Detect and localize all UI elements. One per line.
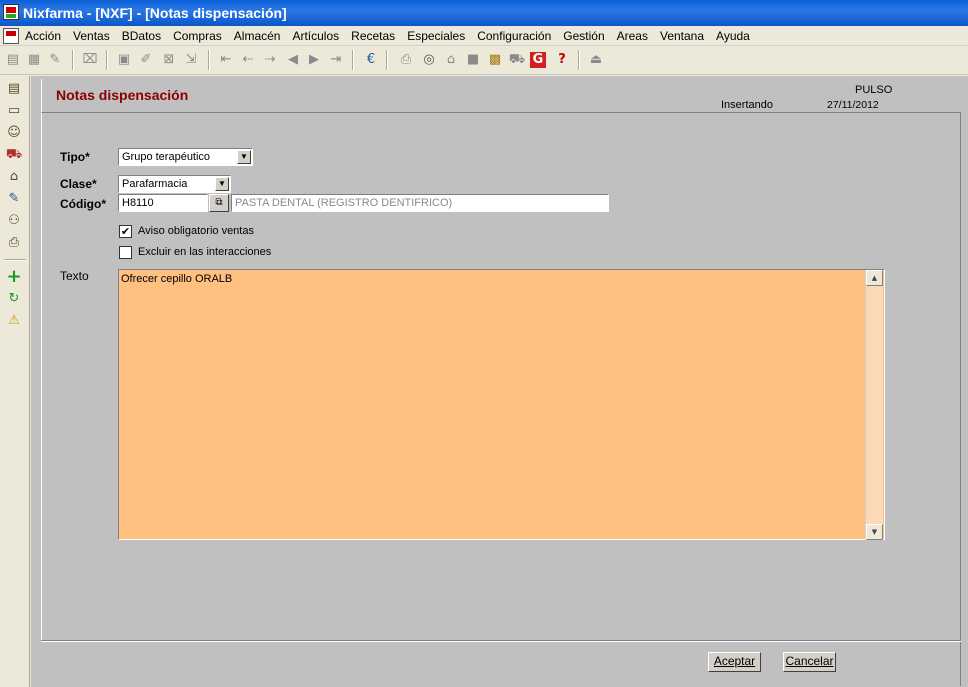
prev-icon[interactable]: ◀	[284, 51, 302, 69]
delete-icon[interactable]: ✐	[137, 51, 155, 69]
menu-ventas[interactable]: Ventas	[73, 29, 110, 43]
codigo-input[interactable]: H8110	[118, 194, 208, 212]
date-label: 27/11/2012	[827, 99, 879, 111]
g-icon[interactable]: G	[530, 52, 546, 68]
form-title: Notas dispensación	[56, 87, 189, 103]
menu-accion[interactable]: Acción	[25, 29, 61, 43]
menu-recetas[interactable]: Recetas	[351, 29, 395, 43]
user-icon[interactable]: ☺	[5, 124, 23, 142]
toolbar-separator	[386, 50, 388, 70]
panel-border	[41, 113, 42, 640]
menu-articulos[interactable]: Artículos	[292, 29, 339, 43]
cancelar-button[interactable]: Cancelar	[783, 652, 836, 672]
toolbar-separator	[578, 50, 580, 70]
menu-especiales[interactable]: Especiales	[407, 29, 465, 43]
help-icon[interactable]: ?	[553, 51, 571, 69]
tipo-label: Tipo*	[60, 150, 90, 164]
menu-ventana[interactable]: Ventana	[660, 29, 704, 43]
chevron-down-icon[interactable]: ▼	[215, 177, 229, 191]
cancelar-label: Cancelar	[785, 654, 834, 668]
refresh-icon[interactable]: ↻	[5, 290, 23, 308]
building-icon[interactable]: ⌂	[5, 168, 23, 186]
pencil-icon[interactable]: ✎	[5, 190, 23, 208]
people-icon[interactable]: ⚇	[5, 212, 23, 230]
excluir-checkbox[interactable]	[119, 246, 132, 259]
cart-icon[interactable]: ⛟	[508, 51, 526, 69]
lookup-button[interactable]: ⧉	[209, 194, 229, 212]
clase-select[interactable]: Parafarmacia ▼	[118, 175, 231, 193]
menu-bar: Acción Ventas BDatos Compras Almacén Art…	[0, 26, 968, 46]
toolbar-separator	[352, 50, 354, 70]
edit-icon[interactable]: ▦	[25, 51, 43, 69]
aviso-checkbox[interactable]: ✔	[119, 225, 132, 238]
toolbar: ▤ ▦ ✎ ⌧ ▣ ✐ ⊠ ⇲ ⇤ ⇠ ⇢ ◀ ▶ ⇥ € ⎙ ◎ ⌂ ■ ▩ …	[0, 47, 968, 75]
left-toolbar: ▤ ▭ ☺ ⛟ ⌂ ✎ ⚇ ⎙ + ↻ ⚠	[0, 76, 30, 687]
next-icon[interactable]: ▶	[305, 51, 323, 69]
export-icon[interactable]: ⊠	[160, 51, 178, 69]
printer-icon[interactable]: ⎙	[5, 234, 23, 252]
tipo-value: Grupo terapéutico	[122, 151, 211, 163]
texto-textarea[interactable]: Ofrecer cepillo ORALB	[118, 269, 885, 540]
warning-icon[interactable]: ⚠	[5, 312, 23, 330]
document-icon[interactable]	[3, 28, 19, 44]
calendar-icon[interactable]: ▩	[486, 51, 504, 69]
toolbar-separator	[208, 50, 210, 70]
aceptar-label: Aceptar	[713, 654, 756, 668]
texto-scrollbar[interactable]: ▲ ▼	[865, 270, 883, 540]
menu-bdatos[interactable]: BDatos	[122, 29, 161, 43]
mode-status: Insertando	[721, 99, 773, 111]
chevron-down-icon[interactable]: ▼	[237, 150, 251, 164]
cart-icon[interactable]: ⛟	[5, 146, 23, 164]
print-preview-icon[interactable]: ▣	[115, 51, 133, 69]
toolbar-separator	[72, 50, 74, 70]
codigo-label: Código*	[60, 197, 106, 211]
lock-icon[interactable]: ⌂	[442, 51, 460, 69]
menu-areas[interactable]: Areas	[617, 29, 648, 43]
aceptar-button[interactable]: Aceptar	[708, 652, 761, 672]
last-icon[interactable]: ⇥	[327, 51, 345, 69]
menu-gestion[interactable]: Gestión	[563, 29, 604, 43]
clase-value: Parafarmacia	[122, 178, 188, 190]
menu-ayuda[interactable]: Ayuda	[716, 29, 750, 43]
scroll-up-icon[interactable]: ▲	[866, 270, 883, 286]
panel-border	[960, 113, 961, 686]
pulso-label: PULSO	[855, 84, 893, 96]
excluir-label: Excluir en las interacciones	[138, 246, 272, 258]
stop-icon[interactable]: ■	[464, 51, 482, 69]
form-area: Notas dispensación PULSO Insertando 27/1…	[31, 76, 968, 687]
scroll-down-icon[interactable]: ▼	[866, 524, 883, 540]
menu-compras[interactable]: Compras	[173, 29, 222, 43]
card-icon[interactable]: ▭	[5, 102, 23, 120]
new-icon[interactable]: ▤	[4, 51, 22, 69]
prev-page-icon[interactable]: ⇠	[239, 51, 257, 69]
add-icon[interactable]: +	[5, 268, 23, 286]
window-titlebar: Nixfarma - [NXF] - [Notas dispensación]	[0, 0, 968, 26]
search-icon[interactable]: ◎	[420, 51, 438, 69]
texto-label: Texto	[60, 269, 89, 283]
tipo-select[interactable]: Grupo terapéutico ▼	[118, 148, 253, 166]
window-title: Nixfarma - [NXF] - [Notas dispensación]	[23, 5, 287, 21]
menu-almacen[interactable]: Almacén	[234, 29, 281, 43]
copy-icon[interactable]: ✎	[46, 51, 64, 69]
form-header: Notas dispensación PULSO Insertando 27/1…	[41, 79, 961, 113]
import-icon[interactable]: ⇲	[182, 51, 200, 69]
codigo-description: PASTA DENTAL (REGISTRO DENTIFRICO)	[231, 194, 609, 212]
save-icon[interactable]: ⌧	[81, 51, 99, 69]
upload-icon[interactable]: ⏏	[587, 51, 605, 69]
clase-label: Clase*	[60, 177, 97, 191]
lookup-icon: ⧉	[215, 197, 223, 208]
register-icon[interactable]: ▤	[5, 80, 23, 98]
first-icon[interactable]: ⇤	[217, 51, 235, 69]
euro-icon[interactable]: €	[362, 51, 380, 69]
menu-configuracion[interactable]: Configuración	[477, 29, 551, 43]
next-page-icon[interactable]: ⇢	[261, 51, 279, 69]
aviso-label: Aviso obligatorio ventas	[138, 225, 254, 237]
app-icon[interactable]	[3, 4, 19, 20]
printer-icon[interactable]: ⎙	[397, 51, 415, 69]
toolbar-separator	[4, 259, 26, 261]
toolbar-separator	[106, 50, 108, 70]
